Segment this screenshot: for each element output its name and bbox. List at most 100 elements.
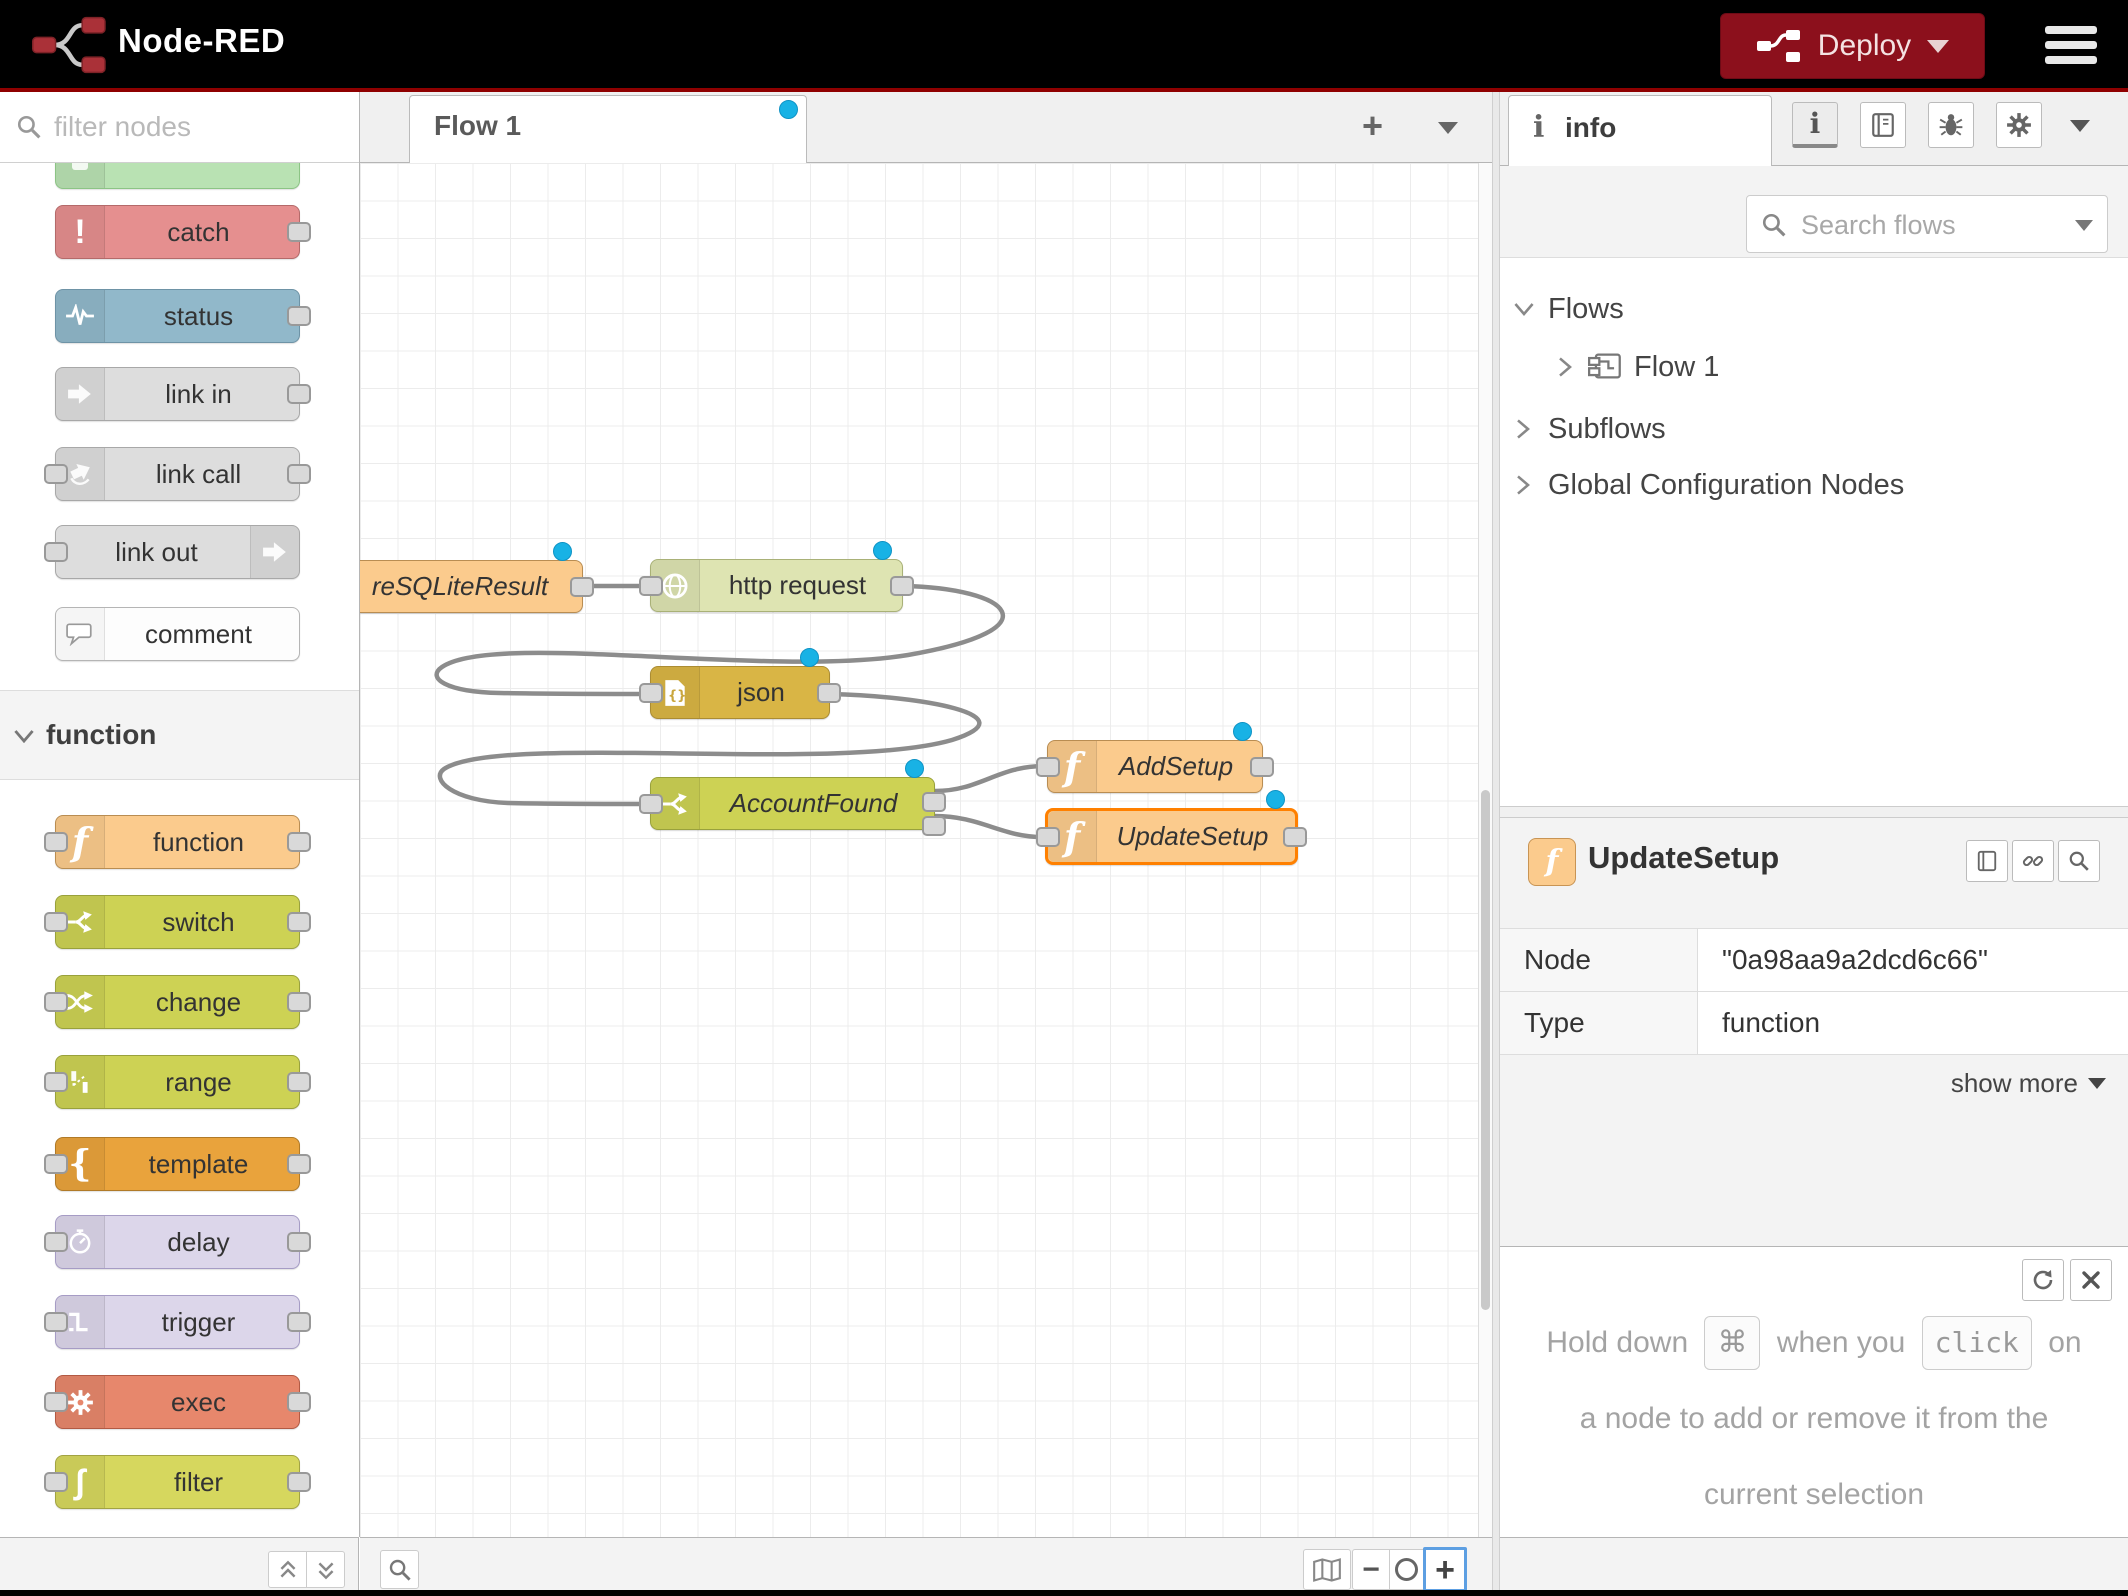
input-port[interactable]	[44, 992, 68, 1012]
output-port[interactable]	[287, 1472, 311, 1492]
tree-item-global-config[interactable]: Global Configuration Nodes	[1500, 458, 2128, 512]
canvas-vertical-scrollbar[interactable]	[1478, 163, 1492, 1537]
palette-node-filter[interactable]: ∫ filter	[55, 1455, 300, 1509]
palette-node-trigger[interactable]: trigger	[55, 1295, 300, 1349]
sidebar-section-splitter[interactable]	[1500, 806, 2128, 818]
output-port[interactable]	[287, 222, 311, 242]
output-port[interactable]	[890, 576, 914, 596]
window-edge	[0, 1590, 2128, 1596]
palette-category-function[interactable]: function	[0, 690, 359, 780]
zoom-reset-button[interactable]	[1389, 1549, 1424, 1590]
show-more-link[interactable]: show more	[1951, 1068, 2106, 1099]
output-port[interactable]	[570, 577, 594, 597]
sidebar-tab-info-button[interactable]: i	[1792, 102, 1838, 148]
palette-node-change[interactable]: change	[55, 975, 300, 1029]
sidebar-tab-debug-button[interactable]	[1928, 102, 1974, 148]
node-docs-button[interactable]	[1966, 840, 2008, 882]
output-port[interactable]	[287, 384, 311, 404]
flow-node-accountfound[interactable]: AccountFound	[650, 777, 935, 830]
add-flow-button[interactable]: +	[1362, 108, 1383, 144]
tab-flow-1[interactable]: Flow 1	[409, 95, 807, 163]
output-port[interactable]	[287, 1232, 311, 1252]
filter-nodes-input[interactable]	[52, 104, 336, 150]
output-port[interactable]	[1283, 827, 1307, 847]
deploy-button[interactable]: Deploy	[1720, 13, 1985, 79]
sidebar-splitter[interactable]	[1492, 92, 1500, 1590]
palette-node-range[interactable]: range	[55, 1055, 300, 1109]
flow-canvas[interactable]: f reSQLiteResult http request	[360, 163, 1478, 1537]
flow-node-json[interactable]: {} json	[650, 666, 830, 719]
deploy-caret-icon[interactable]	[1927, 40, 1949, 53]
output-port[interactable]	[287, 912, 311, 932]
flow-list-caret[interactable]	[1438, 122, 1458, 134]
output-port[interactable]	[287, 464, 311, 484]
flow-node-updatesetup[interactable]: f UpdateSetup	[1045, 808, 1298, 865]
close-button[interactable]	[2070, 1259, 2112, 1301]
tree-item-flows[interactable]: Flows	[1500, 282, 2128, 336]
minimap-button[interactable]	[1303, 1549, 1351, 1590]
input-port[interactable]	[44, 542, 68, 562]
input-port[interactable]	[639, 576, 663, 596]
palette-node-status[interactable]: status	[55, 289, 300, 343]
output-port[interactable]	[287, 1154, 311, 1174]
output-port[interactable]	[817, 683, 841, 703]
node-search-button[interactable]	[2058, 840, 2100, 882]
input-port[interactable]	[44, 464, 68, 484]
input-port[interactable]	[44, 1232, 68, 1252]
scrollbar-thumb[interactable]	[1481, 790, 1490, 1310]
search-flows-input[interactable]	[1799, 204, 2053, 246]
palette-node-partial[interactable]	[55, 163, 300, 189]
input-port[interactable]	[44, 1312, 68, 1332]
palette-node-delay[interactable]: delay	[55, 1215, 300, 1269]
output-port-2[interactable]	[922, 816, 946, 836]
zoom-out-button[interactable]: −	[1352, 1549, 1390, 1590]
output-port-1[interactable]	[922, 792, 946, 812]
output-port[interactable]	[287, 306, 311, 326]
node-link-button[interactable]	[2012, 840, 2054, 882]
tree-item-flow-1[interactable]: Flow 1	[1500, 340, 2128, 394]
palette-node-catch[interactable]: ! catch	[55, 205, 300, 259]
input-port[interactable]	[44, 1072, 68, 1092]
output-port[interactable]	[1250, 757, 1274, 777]
chevron-down-icon	[1514, 302, 1534, 316]
palette-node-comment[interactable]: comment	[55, 607, 300, 661]
main-menu-button[interactable]	[2045, 26, 2097, 64]
sidebar-tab-help-button[interactable]	[1860, 102, 1906, 148]
palette-node-link-in[interactable]: link in	[55, 367, 300, 421]
output-port[interactable]	[287, 1312, 311, 1332]
search-flows-box[interactable]	[1746, 195, 2108, 253]
flow-node-http-request[interactable]: http request	[650, 559, 903, 612]
sidebar-tab-config-button[interactable]	[1996, 102, 2042, 148]
output-port[interactable]	[287, 832, 311, 852]
input-port[interactable]	[639, 794, 663, 814]
chevron-right-icon	[1516, 475, 1530, 495]
input-port[interactable]	[1036, 757, 1060, 777]
input-port[interactable]	[1036, 827, 1060, 847]
output-port[interactable]	[287, 1072, 311, 1092]
tree-item-subflows[interactable]: Subflows	[1500, 402, 2128, 456]
tab-info[interactable]: i info	[1508, 95, 1772, 166]
palette-node-template[interactable]: { template	[55, 1137, 300, 1191]
palette-node-link-out[interactable]: link out	[55, 525, 300, 579]
input-port[interactable]	[44, 1392, 68, 1412]
palette-node-link-call[interactable]: link call	[55, 447, 300, 501]
input-port[interactable]	[44, 1154, 68, 1174]
flow-node-resqliteresult[interactable]: f reSQLiteResult	[360, 560, 583, 613]
zoom-in-button[interactable]: +	[1423, 1547, 1467, 1592]
palette-node-exec[interactable]: exec	[55, 1375, 300, 1429]
sidebar-tabs-caret[interactable]	[2070, 120, 2090, 132]
canvas-search-button[interactable]	[380, 1550, 419, 1589]
input-port[interactable]	[44, 832, 68, 852]
input-port[interactable]	[44, 1472, 68, 1492]
palette-node-switch[interactable]: switch	[55, 895, 300, 949]
input-port[interactable]	[44, 912, 68, 932]
output-port[interactable]	[287, 1392, 311, 1412]
flow-node-addsetup[interactable]: f AddSetup	[1047, 740, 1263, 793]
input-port[interactable]	[639, 683, 663, 703]
output-port[interactable]	[287, 992, 311, 1012]
refresh-button[interactable]	[2022, 1259, 2064, 1301]
palette-collapse-all-button[interactable]	[268, 1551, 307, 1588]
palette-node-function[interactable]: f function	[55, 815, 300, 869]
palette-expand-all-button[interactable]	[306, 1551, 345, 1588]
search-options-caret[interactable]	[2075, 220, 2093, 231]
